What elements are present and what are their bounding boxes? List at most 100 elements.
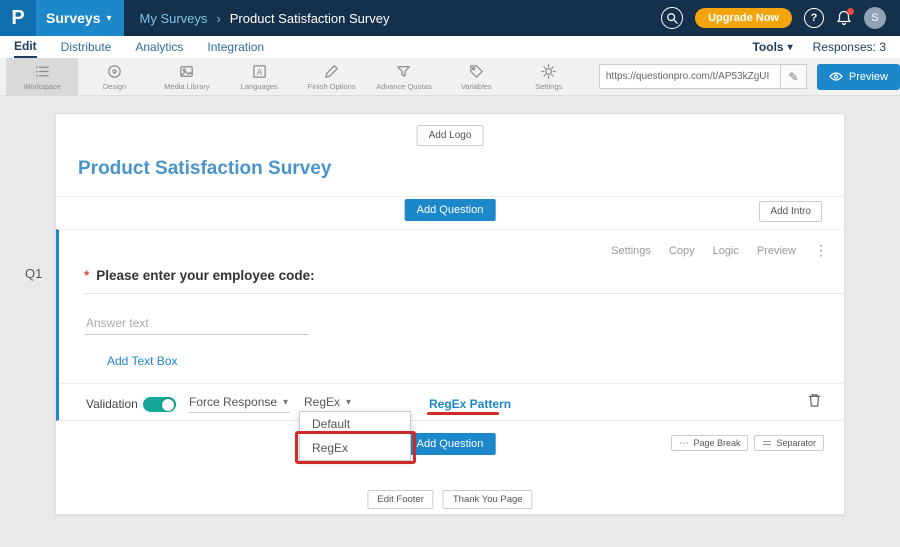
page-break-icon (679, 439, 689, 447)
toolbar-item-media-library[interactable]: Media Library (151, 58, 223, 96)
divider (59, 383, 844, 384)
survey-url-group: ✎ (599, 64, 807, 89)
validation-type-menu: Default RegEx (299, 411, 411, 461)
preview-button[interactable]: Preview (817, 64, 900, 90)
add-logo-button[interactable]: Add Logo (417, 125, 484, 146)
question-actions: Settings Copy Logic Preview ⋮ (611, 242, 828, 259)
menu-option-regex[interactable]: RegEx (300, 436, 410, 460)
separator-icon (762, 439, 772, 447)
toolbar-item-workspace[interactable]: Workspace (6, 58, 78, 96)
breadcrumb-my-surveys[interactable]: My Surveys (140, 11, 208, 26)
question-preview-link[interactable]: Preview (757, 245, 796, 257)
user-avatar[interactable]: S (864, 7, 886, 29)
kebab-menu-icon[interactable]: ⋮ (814, 242, 828, 259)
workspace-icon (34, 63, 51, 80)
force-response-label: Force Response (189, 395, 277, 409)
answer-text-input[interactable] (84, 312, 309, 335)
page-break-button[interactable]: Page Break (671, 435, 748, 451)
add-question-button-bottom[interactable]: Add Question (405, 433, 496, 455)
editor-toolbar: Workspace Design Media Library A Languag… (0, 58, 900, 96)
add-text-box-link[interactable]: Add Text Box (107, 354, 178, 368)
divider (56, 196, 844, 197)
toolbar-item-label: Languages (241, 82, 278, 91)
toolbar-item-label: Settings (535, 82, 562, 91)
tab-distribute[interactable]: Distribute (61, 36, 112, 58)
questionpro-logo: P (0, 0, 36, 36)
regex-pattern-link[interactable]: RegEx Pattern (429, 397, 511, 411)
notifications-button[interactable] (836, 10, 852, 26)
trash-icon (807, 392, 822, 408)
question-logic-link[interactable]: Logic (713, 245, 739, 257)
variables-icon (468, 63, 485, 80)
toolbar-item-design[interactable]: Design (78, 58, 150, 96)
edit-url-button[interactable]: ✎ (781, 64, 807, 89)
validation-type-label: RegEx (304, 395, 340, 409)
section-tabs: Edit Distribute Analytics Integration To… (0, 36, 900, 58)
finish-options-icon (323, 63, 340, 80)
media-library-icon (178, 63, 195, 80)
toolbar-item-label: Media Library (164, 82, 209, 91)
avatar-initial: S (871, 12, 878, 24)
gear-icon (540, 63, 557, 80)
notification-badge (847, 8, 854, 15)
add-intro-button[interactable]: Add Intro (759, 201, 822, 222)
menu-option-default[interactable]: Default (300, 412, 410, 436)
edit-footer-button[interactable]: Edit Footer (367, 490, 433, 509)
card-footer-buttons: Edit Footer Thank You Page (367, 490, 532, 509)
advance-quotas-icon (395, 63, 412, 80)
svg-text:A: A (256, 66, 262, 76)
toolbar-item-languages[interactable]: A Languages (223, 58, 295, 96)
toolbar-item-variables[interactable]: Variables (440, 58, 512, 96)
top-navbar: P Surveys ▾ My Surveys › Product Satisfa… (0, 0, 900, 36)
question-number: Q1 (25, 266, 42, 281)
page-break-label: Page Break (693, 438, 740, 448)
toolbar-item-label: Design (103, 82, 126, 91)
question-text[interactable]: Please enter your employee code: (96, 268, 314, 283)
app-root: P Surveys ▾ My Surveys › Product Satisfa… (0, 0, 900, 547)
toolbar-item-advance-quotas[interactable]: Advance Quotas (368, 58, 440, 96)
chevron-down-icon: ▾ (788, 42, 793, 53)
search-button[interactable] (661, 7, 683, 29)
force-response-dropdown[interactable]: Force Response ▾ (189, 395, 290, 413)
tab-analytics[interactable]: Analytics (135, 36, 183, 58)
responses-count[interactable]: Responses: 3 (813, 40, 886, 54)
tools-menu[interactable]: Tools ▾ (752, 40, 792, 54)
annotation-underline (427, 412, 499, 415)
separator-label: Separator (776, 438, 816, 448)
delete-question-button[interactable] (807, 392, 822, 408)
languages-icon: A (251, 63, 268, 80)
toolbar-item-label: Workspace (23, 82, 60, 91)
editor-content: Q1 Add Logo Product Satisfaction Survey … (0, 96, 900, 547)
thank-you-page-button[interactable]: Thank You Page (443, 490, 533, 509)
toolbar-item-finish-options[interactable]: Finish Options (295, 58, 367, 96)
survey-url-input[interactable] (599, 64, 781, 89)
tools-label: Tools (752, 40, 783, 54)
separator-button[interactable]: Separator (754, 435, 824, 451)
question-copy-link[interactable]: Copy (669, 245, 695, 257)
surveys-menu-label: Surveys (46, 10, 100, 26)
chevron-down-icon: ▾ (106, 13, 111, 24)
required-asterisk: * (84, 268, 89, 283)
search-icon (666, 12, 678, 24)
validation-toggle[interactable] (143, 397, 176, 412)
question-settings-link[interactable]: Settings (611, 245, 651, 257)
topbar-actions: Upgrade Now ? S (661, 7, 900, 29)
toolbar-item-label: Variables (461, 82, 492, 91)
logo-letter: P (11, 7, 24, 30)
surveys-menu[interactable]: P Surveys ▾ (0, 0, 124, 36)
survey-title[interactable]: Product Satisfaction Survey (78, 158, 331, 180)
question-block: Settings Copy Logic Preview ⋮ * Please en… (56, 229, 844, 421)
toolbar-item-label: Finish Options (308, 82, 356, 91)
validation-label: Validation (86, 397, 138, 411)
breadcrumb-current-survey: Product Satisfaction Survey (230, 11, 390, 26)
chevron-down-icon: ▾ (346, 397, 351, 408)
page-tools: Page Break Separator (671, 435, 824, 451)
add-question-button-top[interactable]: Add Question (405, 199, 496, 221)
toolbar-item-settings[interactable]: Settings (513, 58, 585, 96)
tab-integration[interactable]: Integration (207, 36, 264, 58)
toolbar-item-label: Advance Quotas (376, 82, 431, 91)
chevron-down-icon: ▾ (283, 397, 288, 408)
help-button[interactable]: ? (804, 8, 824, 28)
upgrade-now-button[interactable]: Upgrade Now (695, 8, 792, 28)
tab-edit[interactable]: Edit (14, 36, 37, 58)
